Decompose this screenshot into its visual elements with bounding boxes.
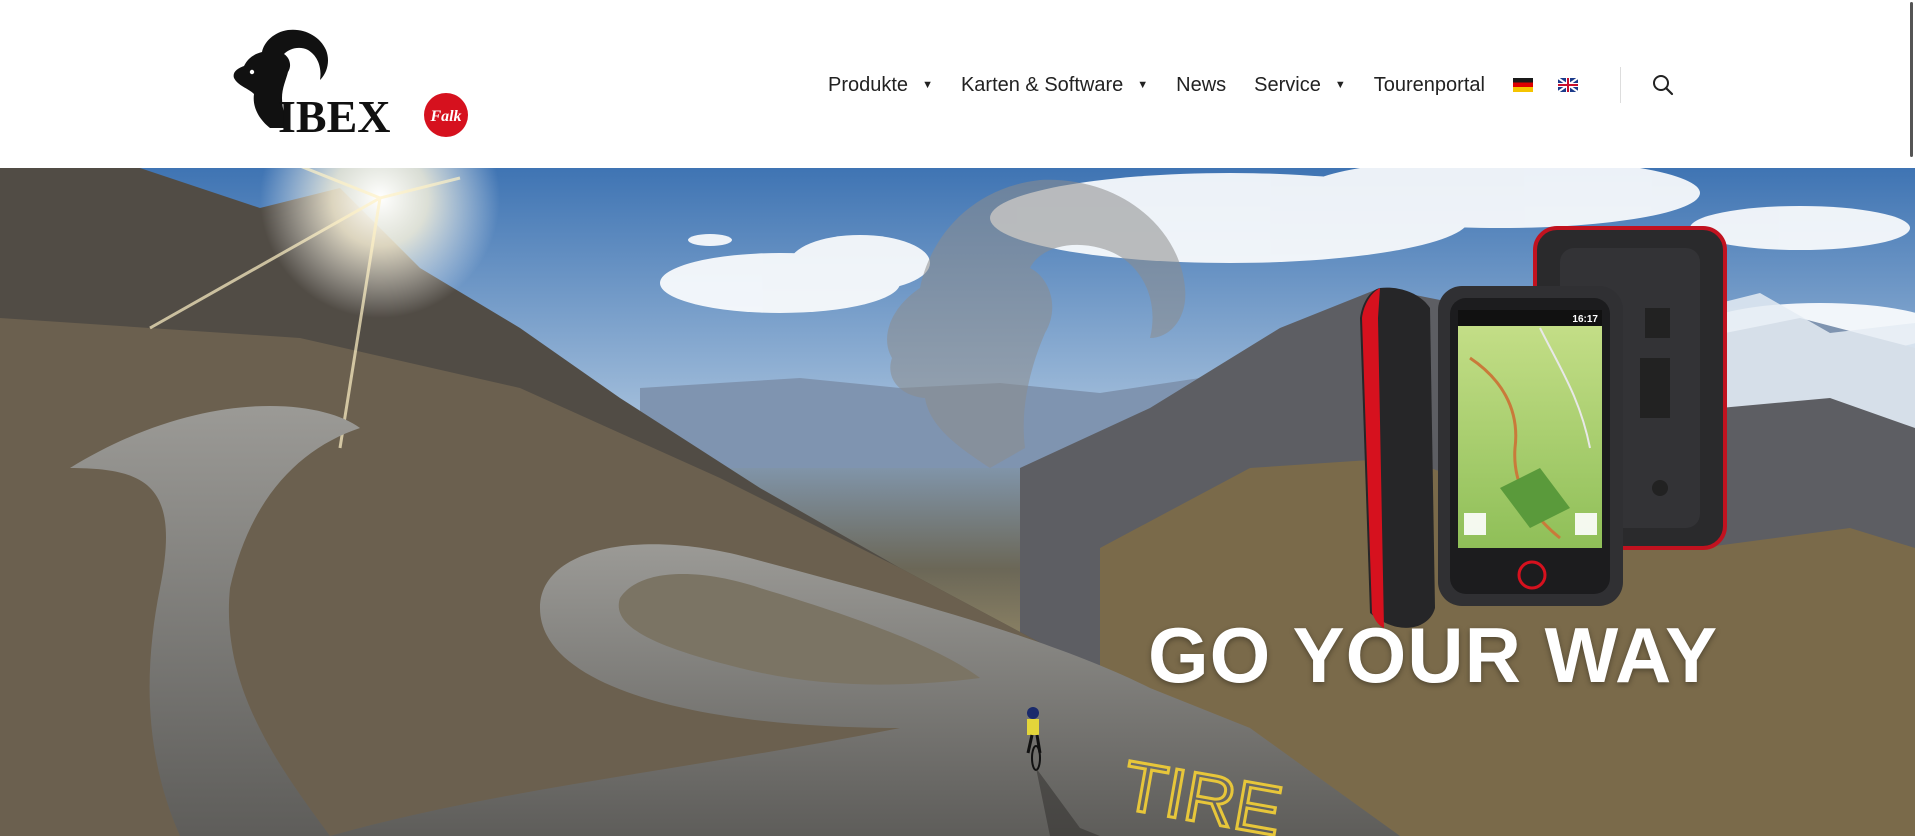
- nav-item-news[interactable]: News: [1176, 74, 1226, 97]
- site-header: IBEX Falk Produkte ▼ Karten & Software ▼…: [0, 0, 1915, 168]
- main-nav: Produkte ▼ Karten & Software ▼ News Serv…: [828, 67, 1675, 103]
- hero-title: GO YOUR WAY: [1148, 611, 1719, 699]
- nav-item-label: News: [1176, 73, 1227, 96]
- brand-logo[interactable]: IBEX Falk: [230, 28, 470, 140]
- caret-down-icon: ▼: [1334, 79, 1346, 91]
- flag-de-icon[interactable]: [1512, 78, 1533, 92]
- nav-item-karten-software[interactable]: Karten & Software ▼: [961, 74, 1148, 97]
- logo-text: IBEX: [278, 91, 390, 140]
- nav-item-tourenportal[interactable]: Tourenportal: [1374, 74, 1485, 97]
- flag-en-icon[interactable]: [1557, 78, 1578, 92]
- logo-badge-text: Falk: [429, 108, 461, 125]
- nav-item-produkte[interactable]: Produkte ▼: [828, 74, 933, 97]
- device-clock: 16:17: [1572, 314, 1598, 325]
- caret-down-icon: ▼: [1137, 79, 1149, 91]
- scrollbar[interactable]: [1910, 2, 1913, 157]
- caret-down-icon: ▼: [922, 79, 933, 91]
- search-icon[interactable]: [1651, 73, 1675, 97]
- nav-item-label: Karten & Software: [960, 73, 1124, 96]
- nav-item-label: Produkte: [828, 73, 909, 96]
- nav-item-label: Tourenportal: [1373, 73, 1485, 96]
- nav-divider: [1619, 67, 1621, 103]
- hero-background-image: TIRE 16:17: [0, 168, 1915, 836]
- hero-banner: TIRE 16:17 GO YOUR WAY: [0, 168, 1915, 836]
- nav-item-service[interactable]: Service ▼: [1254, 74, 1346, 97]
- nav-item-label: Service: [1254, 73, 1321, 96]
- ibex-head-icon: IBEX Falk: [233, 29, 468, 140]
